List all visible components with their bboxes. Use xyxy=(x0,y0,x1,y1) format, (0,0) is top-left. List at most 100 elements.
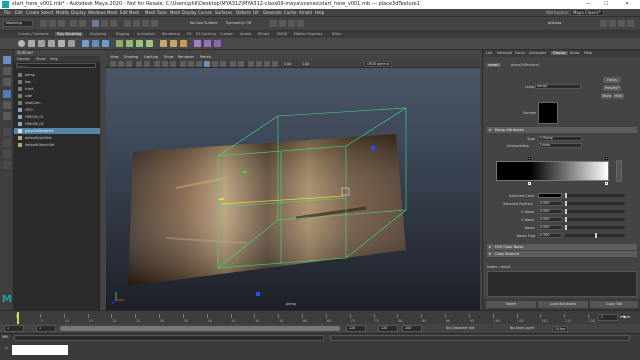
open-scene-icon[interactable] xyxy=(49,20,56,27)
poly-torus-icon[interactable] xyxy=(58,40,65,47)
outliner-item-front[interactable]: front xyxy=(14,86,100,92)
playback-controls-icon[interactable]: ⏮▶⏭ xyxy=(620,314,630,319)
outliner-item-geo[interactable]: GEO xyxy=(14,107,100,113)
channel-box-toggle-icon[interactable] xyxy=(618,20,625,27)
slider-knob[interactable] xyxy=(565,209,567,214)
snap-curve-icon[interactable] xyxy=(133,20,140,27)
scale-tool-icon[interactable] xyxy=(3,112,11,120)
bookmark-icon[interactable] xyxy=(126,61,132,67)
ramp-delete-handle-1[interactable] xyxy=(528,182,531,185)
paint-select-icon[interactable] xyxy=(3,78,11,86)
notes-textarea[interactable] xyxy=(487,271,637,297)
xray-icon[interactable] xyxy=(230,61,236,67)
live-surface-label[interactable]: No Live Surface xyxy=(190,21,217,25)
viewport-menu-panels[interactable]: Panels xyxy=(200,55,211,59)
select-component-icon[interactable] xyxy=(110,20,117,27)
poly-cone-icon[interactable] xyxy=(48,40,55,47)
selected-color-swatch[interactable] xyxy=(538,193,562,198)
v-wave-field[interactable]: 0.000 xyxy=(538,217,562,222)
ae-menu-display[interactable]: Display xyxy=(551,51,568,55)
ae-node-tab-place2dtexture1[interactable]: place2dTexture1 xyxy=(509,63,542,67)
workspace-dropdown[interactable]: Maya Classic* xyxy=(570,9,604,16)
outliner-item-top[interactable]: top xyxy=(14,79,100,85)
boolean-icon[interactable] xyxy=(116,40,123,47)
ramp-color-handle-1[interactable] xyxy=(528,157,531,160)
playback-start-field[interactable]: 1 xyxy=(36,325,56,332)
animation-start-field[interactable]: 1 xyxy=(4,325,24,332)
textured-icon[interactable] xyxy=(204,61,210,67)
use-all-lights-icon[interactable] xyxy=(212,61,218,67)
uv-editor-icon[interactable] xyxy=(194,40,201,47)
single-perspective-layout-icon[interactable] xyxy=(3,128,11,136)
ramp-expand-button[interactable] xyxy=(616,160,622,182)
poly-sphere-icon[interactable] xyxy=(18,40,25,47)
section-color-balance[interactable]: Color Balance xyxy=(487,251,637,257)
grid-icon[interactable] xyxy=(154,61,160,67)
animation-end-field-2[interactable]: 200 xyxy=(402,325,422,332)
select-tool-icon[interactable] xyxy=(3,56,11,64)
snap-grid-icon[interactable] xyxy=(124,20,131,27)
playback-end-field[interactable]: 120 xyxy=(346,325,366,332)
outliner-item-persp[interactable]: persp xyxy=(14,72,100,78)
select-hierarchy-icon[interactable] xyxy=(92,20,99,27)
xray-joints-icon[interactable] xyxy=(238,61,244,67)
save-scene-icon[interactable] xyxy=(58,20,65,27)
outliner-item-origin-02[interactable]: ORIGIN_02 xyxy=(14,121,100,127)
menu-windows[interactable]: Windows xyxy=(88,10,106,15)
outliner-item-shotcam[interactable]: shotCam xyxy=(14,100,100,106)
ramp-delete-handle-2[interactable] xyxy=(605,182,608,185)
select-button[interactable]: Select xyxy=(486,301,536,308)
v-wave-slider[interactable] xyxy=(565,217,625,222)
copy-tab-button[interactable]: Copy Tab xyxy=(590,301,638,308)
ae-menu-focus[interactable]: Focus xyxy=(515,51,525,55)
shelf-tab-curves[interactable]: Curves / Surfaces xyxy=(18,32,49,36)
noise-freq-slider[interactable] xyxy=(565,233,625,238)
menu-mesh-tools[interactable]: Mesh Tools xyxy=(145,10,167,15)
modeling-toolkit-icon[interactable] xyxy=(600,20,607,27)
u-wave-slider[interactable] xyxy=(565,209,625,214)
outliner-persp-layout-icon[interactable] xyxy=(3,150,11,158)
menu-mesh[interactable]: Mesh xyxy=(107,10,118,15)
gamma-value[interactable]: 1.00 xyxy=(302,62,309,66)
new-scene-icon[interactable] xyxy=(40,20,47,27)
range-bar[interactable] xyxy=(60,326,340,331)
shadows-icon[interactable] xyxy=(220,61,226,67)
smooth-icon[interactable] xyxy=(102,40,109,47)
menu-arnold[interactable]: Arnold xyxy=(299,10,312,15)
auto-uv-icon[interactable] xyxy=(214,40,221,47)
outliner-menu-help[interactable]: Help xyxy=(50,57,58,61)
shelf-tab-motion-graphics[interactable]: Motion Graphics xyxy=(294,32,322,36)
close-button[interactable]: ✕ xyxy=(625,1,629,7)
noise-slider[interactable] xyxy=(565,225,625,230)
wireframe-on-shaded-icon[interactable] xyxy=(196,61,202,67)
selected-position-field[interactable]: 0.000 xyxy=(538,201,562,206)
selected-position-slider[interactable] xyxy=(565,201,625,206)
outliner-search-input[interactable] xyxy=(16,63,96,68)
viewport-menu-renderer[interactable]: Renderer xyxy=(178,55,194,59)
menu-curves[interactable]: Curves xyxy=(198,10,212,15)
snap-view-icon[interactable] xyxy=(151,20,158,27)
symmetry-label[interactable]: Symmetry: Off xyxy=(226,21,251,25)
menuset-dropdown[interactable]: Modeling xyxy=(3,20,33,27)
ae-menu-show[interactable]: Show xyxy=(570,51,579,55)
menu-display[interactable]: Display xyxy=(71,10,86,15)
shelf-tab-sculpting[interactable]: Sculpting xyxy=(90,32,106,36)
ramp-color-handle-2[interactable] xyxy=(605,157,608,160)
section-ramp-attributes[interactable]: Ramp Attributes xyxy=(487,127,637,133)
planar-uv-icon[interactable] xyxy=(204,40,211,47)
viewport-menu-lighting[interactable]: Lighting xyxy=(144,55,158,59)
bridge-icon[interactable] xyxy=(136,40,143,47)
depth-of-field-icon[interactable] xyxy=(272,61,278,67)
rotate-tool-icon[interactable] xyxy=(3,101,11,109)
slider-knob[interactable] xyxy=(565,201,567,206)
menu-file[interactable]: File xyxy=(4,10,11,15)
focus-button[interactable]: Focus xyxy=(603,77,621,83)
viewport-menu-view[interactable]: View xyxy=(110,55,118,59)
menu-edit[interactable]: Edit xyxy=(15,10,23,15)
four-view-layout-icon[interactable] xyxy=(3,139,11,147)
x-axis-handle[interactable] xyxy=(219,198,224,200)
maximize-button[interactable]: ☐ xyxy=(604,1,608,7)
combine-icon[interactable] xyxy=(82,40,89,47)
noise-freq-field[interactable]: 0.500 xyxy=(538,233,562,238)
slider-knob[interactable] xyxy=(565,217,567,222)
